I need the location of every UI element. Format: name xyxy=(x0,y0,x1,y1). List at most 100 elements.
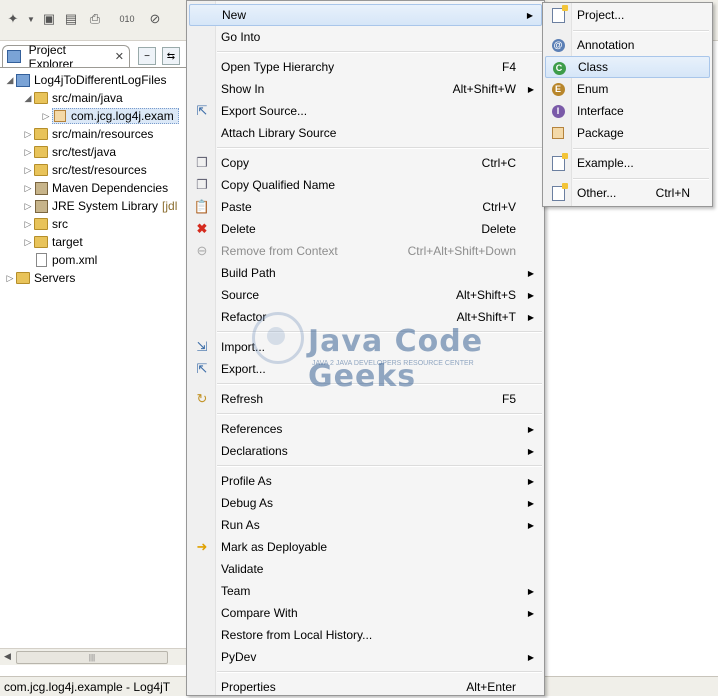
copy-icon: ❐ xyxy=(196,155,208,170)
menu-item-compare-with[interactable]: Compare With ▶ xyxy=(189,602,542,624)
tree-item-src-test-java[interactable]: ▷ src/test/java xyxy=(22,143,117,161)
menu-item-pydev[interactable]: PyDev ▶ xyxy=(189,646,542,668)
submenu-arrow-icon: ▶ xyxy=(527,312,534,322)
collapsed-icon[interactable]: ▷ xyxy=(22,147,34,158)
menu-item-build-path[interactable]: Build Path ▶ xyxy=(189,262,542,284)
collapse-all-icon[interactable]: − xyxy=(138,47,156,65)
source-folder-icon xyxy=(34,128,48,140)
interface-icon: I xyxy=(551,104,565,118)
save-icon[interactable]: ▣ xyxy=(40,10,58,28)
link-with-editor-icon[interactable]: ⇆ xyxy=(162,47,180,65)
refresh-icon: ↻ xyxy=(196,391,208,406)
save-all-icon[interactable]: ▤ xyxy=(62,10,80,28)
new-wizard-icon[interactable]: ✦ xyxy=(4,10,22,28)
tree-item-pom[interactable]: pom.xml xyxy=(22,251,97,269)
tree-item-label: pom.xml xyxy=(52,253,98,267)
tree-item-project[interactable]: ◢ Log4jToDifferentLogFiles xyxy=(4,71,167,89)
menu-item-paste[interactable]: 📋 Paste Ctrl+V xyxy=(189,196,542,218)
menu-item-restore-from-local-history[interactable]: Restore from Local History... xyxy=(189,624,542,646)
menu-item-import[interactable]: ⇲ Import... xyxy=(189,336,542,358)
collapsed-icon[interactable]: ▷ xyxy=(4,273,16,284)
submenu-arrow-icon: ▶ xyxy=(527,586,534,596)
submenu-arrow-icon: ▶ xyxy=(527,498,534,508)
xml-file-icon xyxy=(35,253,47,267)
scroll-left-icon[interactable]: ◀ xyxy=(4,651,11,662)
menu-item-export[interactable]: ⇱ Export... xyxy=(189,358,542,380)
submenu-item-annotation[interactable]: @ Annotation xyxy=(545,34,710,56)
menu-item-attach-library-source[interactable]: Attach Library Source xyxy=(189,122,542,144)
tree-item-label: Servers xyxy=(34,271,76,285)
expanded-icon[interactable]: ◢ xyxy=(22,93,34,104)
export-source-icon: ⇱ xyxy=(196,103,208,118)
menu-item-copy-qualified-name[interactable]: ❐ Copy Qualified Name xyxy=(189,174,542,196)
project-tree: ◢ Log4jToDifferentLogFiles ◢ src/main/ja… xyxy=(0,67,190,650)
tree-item-label: com.jcg.log4j.exam xyxy=(71,109,174,123)
collapsed-icon[interactable]: ▷ xyxy=(40,111,52,122)
new-dropdown-icon[interactable]: ▼ xyxy=(22,10,40,28)
submenu-arrow-icon: ▶ xyxy=(527,290,534,300)
menu-item-validate[interactable]: Validate xyxy=(189,558,542,580)
submenu-item-class[interactable]: C Class xyxy=(545,56,710,78)
menu-item-properties[interactable]: Properties Alt+Enter xyxy=(189,676,542,698)
menu-item-refactor[interactable]: Refactor Alt+Shift+T ▶ xyxy=(189,306,542,328)
menu-item-source[interactable]: Source Alt+Shift+S ▶ xyxy=(189,284,542,306)
remove-from-context-icon: ⊖ xyxy=(196,243,208,258)
collapsed-icon[interactable]: ▷ xyxy=(22,219,34,230)
delete-icon: ✖ xyxy=(196,221,208,236)
menu-item-mark-as-deployable[interactable]: ➜ Mark as Deployable xyxy=(189,536,542,558)
menu-item-debug-as[interactable]: Debug As ▶ xyxy=(189,492,542,514)
tree-item-maven-dependencies[interactable]: ▷ Maven Dependencies xyxy=(22,179,169,197)
tree-item-src-main-resources[interactable]: ▷ src/main/resources xyxy=(22,125,154,143)
library-icon xyxy=(34,199,48,213)
collapsed-icon[interactable]: ▷ xyxy=(22,201,34,212)
annotation-icon: @ xyxy=(551,38,565,52)
submenu-item-project[interactable]: Project... xyxy=(545,4,710,26)
submenu-arrow-icon: ▶ xyxy=(527,424,534,434)
mark-deployable-icon: ➜ xyxy=(196,539,208,554)
menu-item-team[interactable]: Team ▶ xyxy=(189,580,542,602)
menu-item-declarations[interactable]: Declarations ▶ xyxy=(189,440,542,462)
tree-item-src-test-resources[interactable]: ▷ src/test/resources xyxy=(22,161,147,179)
tree-item-target[interactable]: ▷ target xyxy=(22,233,83,251)
project-explorer-tab[interactable]: Project Explorer ✕ xyxy=(2,43,130,71)
tree-item-servers[interactable]: ▷ Servers xyxy=(4,269,76,287)
project-icon xyxy=(16,73,30,87)
collapsed-icon[interactable]: ▷ xyxy=(22,165,34,176)
menu-item-run-as[interactable]: Run As ▶ xyxy=(189,514,542,536)
binary-icon[interactable]: 010 xyxy=(118,10,136,28)
tree-item-src[interactable]: ▷ src xyxy=(22,215,68,233)
tree-item-jre-system-library[interactable]: ▷ JRE System Library [jdl xyxy=(22,197,178,215)
close-icon[interactable]: ✕ xyxy=(115,50,124,63)
new-submenu: Project... @ Annotation C Class E Enum I… xyxy=(542,2,713,207)
collapsed-icon[interactable]: ▷ xyxy=(22,237,34,248)
submenu-item-interface[interactable]: I Interface xyxy=(545,100,710,122)
submenu-item-other[interactable]: Other... Ctrl+N xyxy=(545,182,710,204)
submenu-arrow-icon: ▶ xyxy=(527,446,534,456)
collapsed-icon[interactable]: ▷ xyxy=(22,183,34,194)
menu-item-new[interactable]: New ▶ xyxy=(189,4,542,26)
horizontal-scrollbar[interactable]: ◀ ||| xyxy=(0,648,190,665)
print-icon[interactable]: ⎙ xyxy=(86,10,104,28)
menu-item-go-into[interactable]: Go Into xyxy=(189,26,542,48)
tree-item-package[interactable]: ▷ com.jcg.log4j.exam xyxy=(40,107,179,125)
tree-item-src-main-java[interactable]: ◢ src/main/java xyxy=(22,89,123,107)
import-icon: ⇲ xyxy=(196,339,208,354)
menu-item-copy[interactable]: ❐ Copy Ctrl+C xyxy=(189,152,542,174)
collapsed-icon[interactable]: ▷ xyxy=(22,129,34,140)
submenu-item-example[interactable]: Example... xyxy=(545,152,710,174)
menu-item-refresh[interactable]: ↻ Refresh F5 xyxy=(189,388,542,410)
scroll-thumb[interactable]: ||| xyxy=(16,651,168,664)
menu-item-export-source[interactable]: ⇱ Export Source... xyxy=(189,100,542,122)
submenu-item-package[interactable]: Package xyxy=(545,122,710,144)
source-folder-icon xyxy=(34,146,48,158)
menu-item-profile-as[interactable]: Profile As ▶ xyxy=(189,470,542,492)
expanded-icon[interactable]: ◢ xyxy=(4,75,16,86)
class-icon: C xyxy=(552,61,566,75)
submenu-item-enum[interactable]: E Enum xyxy=(545,78,710,100)
folder-icon xyxy=(16,272,30,284)
skip-breakpoints-icon[interactable]: ⊘ xyxy=(146,10,164,28)
menu-item-show-in[interactable]: Show In Alt+Shift+W ▶ xyxy=(189,78,542,100)
menu-item-delete[interactable]: ✖ Delete Delete xyxy=(189,218,542,240)
menu-item-references[interactable]: References ▶ xyxy=(189,418,542,440)
menu-item-open-type-hierarchy[interactable]: Open Type Hierarchy F4 xyxy=(189,56,542,78)
